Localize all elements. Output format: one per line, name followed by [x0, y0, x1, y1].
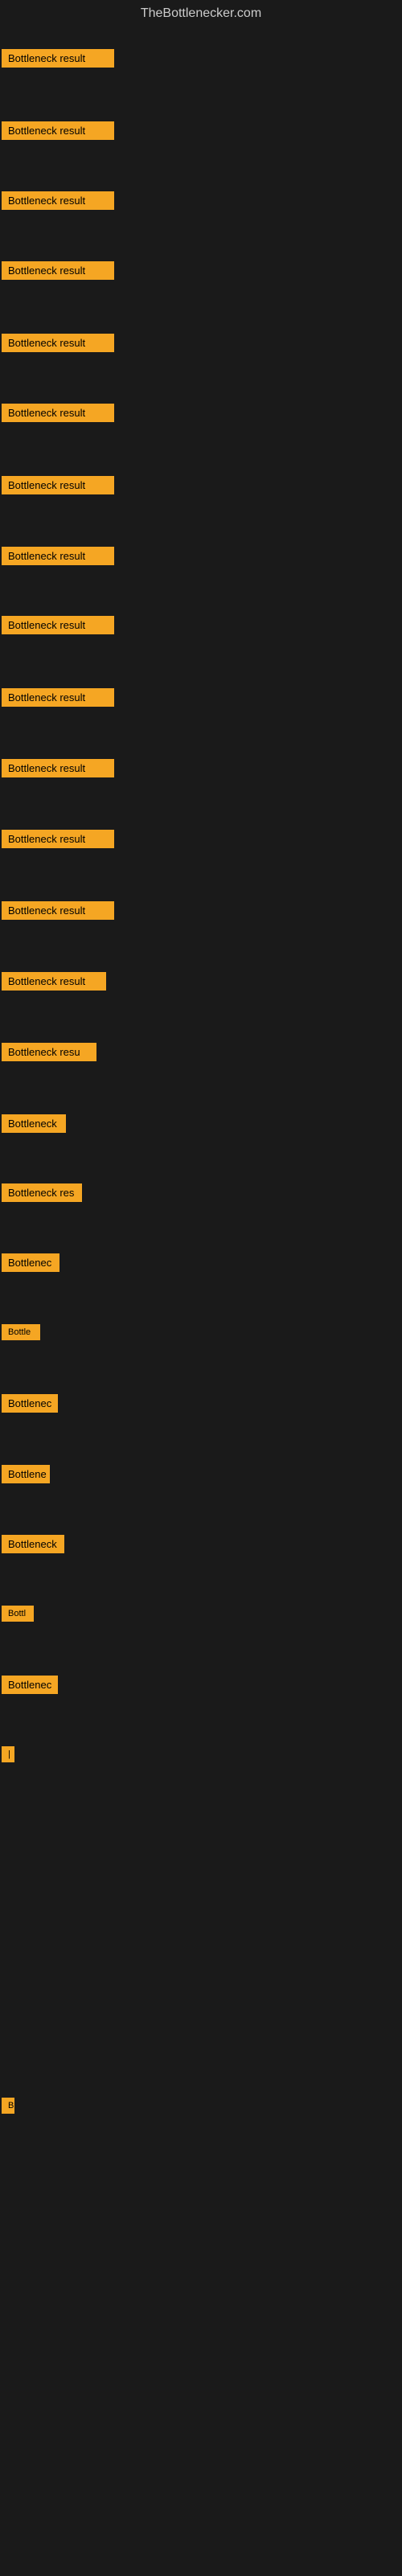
bottleneck-bar[interactable]: Bottlenec [2, 1394, 58, 1413]
bottleneck-bar-row: Bottleneck result [2, 404, 114, 422]
bottleneck-bar-row: Bottlenec [2, 1253, 59, 1272]
bottleneck-bar-row: Bottleneck res [2, 1183, 82, 1202]
bottleneck-bar[interactable]: Bottlenec [2, 1253, 59, 1272]
bottleneck-bar-row: Bottlene [2, 1465, 50, 1483]
bottleneck-bar-row: Bottleneck resu [2, 1043, 96, 1061]
bottleneck-bar-row: Bottleneck result [2, 261, 114, 280]
bottleneck-bar-row: Bottleneck result [2, 759, 114, 777]
site-title: TheBottlenecker.com [0, 0, 402, 27]
bottleneck-bar-row: Bottleneck result [2, 191, 114, 210]
bottleneck-bar[interactable]: Bottleneck [2, 1535, 64, 1553]
bottleneck-bar[interactable]: Bottleneck result [2, 901, 114, 920]
bottleneck-bar-row: Bottleneck result [2, 830, 114, 848]
bottleneck-bar[interactable]: Bottleneck result [2, 404, 114, 422]
bottleneck-bar[interactable]: Bottleneck result [2, 972, 106, 991]
bottleneck-bar-row: Bottlenec [2, 1394, 58, 1413]
bottleneck-bar[interactable]: Bottlene [2, 1465, 50, 1483]
bottleneck-bar-row: Bottle [2, 1324, 40, 1340]
bottleneck-bar[interactable]: Bottleneck result [2, 334, 114, 352]
bottleneck-bar-row: Bottleneck result [2, 901, 114, 920]
bottleneck-bar[interactable]: Bottleneck result [2, 49, 114, 68]
bottleneck-bar[interactable]: Bottleneck result [2, 476, 114, 494]
bottleneck-bar[interactable]: | [2, 1746, 14, 1762]
bottleneck-bar[interactable]: B [2, 2098, 14, 2114]
bottleneck-bar-row: Bottl [2, 1606, 34, 1622]
bottleneck-bar-row: B [2, 2098, 14, 2114]
bottleneck-bar[interactable]: Bottlenec [2, 1676, 58, 1694]
bottleneck-bar[interactable]: Bottleneck result [2, 688, 114, 707]
bottleneck-bar-row: Bottlenec [2, 1676, 58, 1694]
bottleneck-bar-row: Bottleneck result [2, 334, 114, 352]
bottleneck-bar-row: Bottleneck [2, 1535, 64, 1553]
bottleneck-bar-row: | [2, 1746, 14, 1762]
bottleneck-bar[interactable]: Bottleneck result [2, 830, 114, 848]
bottleneck-bar[interactable]: Bottleneck [2, 1114, 66, 1133]
bottleneck-bar-row: Bottleneck [2, 1114, 66, 1133]
bottleneck-bar[interactable]: Bottleneck resu [2, 1043, 96, 1061]
bottleneck-bar[interactable]: Bottleneck result [2, 261, 114, 280]
bottleneck-bar[interactable]: Bottle [2, 1324, 40, 1340]
bottleneck-bar-row: Bottleneck result [2, 972, 106, 991]
bars-container: Bottleneck result Bottleneck result Bottle… [0, 27, 402, 2576]
bottleneck-bar[interactable]: Bottleneck res [2, 1183, 82, 1202]
bottleneck-bar-row: Bottleneck result [2, 688, 114, 707]
bottleneck-bar[interactable]: Bottleneck result [2, 547, 114, 565]
bottleneck-bar-row: Bottleneck result [2, 121, 114, 140]
bottleneck-bar-row: Bottleneck result [2, 547, 114, 565]
bottleneck-bar-row: Bottleneck result [2, 616, 114, 634]
bottleneck-bar[interactable]: Bottleneck result [2, 191, 114, 210]
bottleneck-bar-row: Bottleneck result [2, 476, 114, 494]
bottleneck-bar[interactable]: Bottleneck result [2, 616, 114, 634]
bottleneck-bar[interactable]: Bottleneck result [2, 759, 114, 777]
bottleneck-bar[interactable]: Bottleneck result [2, 121, 114, 140]
bottleneck-bar-row: Bottleneck result [2, 49, 114, 68]
bottleneck-bar[interactable]: Bottl [2, 1606, 34, 1622]
